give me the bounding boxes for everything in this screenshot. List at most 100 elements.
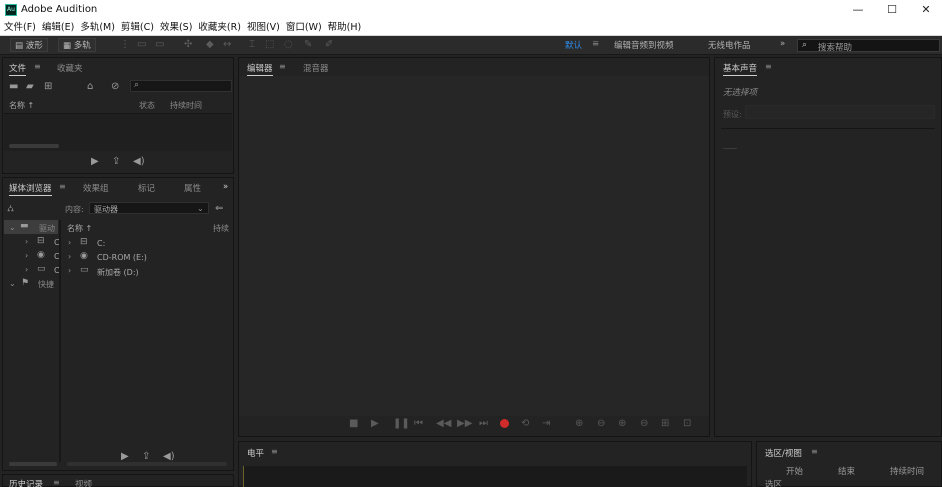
- tab-level[interactable]: 电平: [247, 447, 264, 460]
- tab-selection-view[interactable]: 选区/视图: [765, 447, 802, 460]
- delete-icon[interactable]: ⊘: [111, 81, 119, 92]
- workspace-more-button[interactable]: »: [780, 39, 785, 49]
- tree-item-drives[interactable]: 驱动: [39, 223, 55, 234]
- tab-essential-sound[interactable]: 基本声音: [723, 62, 758, 76]
- tab-effects-rack[interactable]: 效果组: [83, 182, 109, 194]
- time-selection-icon[interactable]: ⌶: [249, 39, 255, 50]
- panel-menu-icon[interactable]: ≡: [765, 62, 772, 71]
- tab-editor[interactable]: 编辑器: [247, 62, 273, 76]
- column-status[interactable]: 状态: [139, 100, 155, 111]
- workspace-edit-video[interactable]: 编辑音频到视频: [614, 39, 674, 51]
- play-icon[interactable]: ▶: [371, 418, 379, 429]
- workspace-default[interactable]: 默认: [565, 39, 582, 51]
- column-name[interactable]: 名称 ↑: [67, 223, 92, 234]
- lasso-tool-icon[interactable]: ◌: [284, 39, 293, 50]
- slip-tool-icon[interactable]: ↔: [223, 39, 231, 50]
- horizontal-scrollbar[interactable]: [9, 462, 57, 466]
- move-tool-icon[interactable]: ✣: [184, 39, 192, 50]
- insert-icon[interactable]: ⌂: [87, 81, 93, 92]
- more-tabs-icon[interactable]: »: [223, 182, 228, 192]
- play-icon[interactable]: ▶: [121, 451, 129, 462]
- zoom-out-amplitude-icon[interactable]: ⊖: [597, 418, 605, 429]
- spectral-frequency-icon[interactable]: ▭: [137, 39, 146, 50]
- menu-clip[interactable]: 剪辑(C): [119, 20, 156, 36]
- new-file-icon[interactable]: ⊞: [44, 81, 52, 92]
- horizontal-scrollbar[interactable]: [67, 462, 227, 466]
- horizontal-scrollbar[interactable]: [9, 144, 59, 148]
- column-duration[interactable]: 持续时间: [170, 100, 202, 111]
- loop-playback-icon[interactable]: ⟲: [521, 418, 529, 429]
- chevron-down-icon[interactable]: ⌄: [9, 223, 16, 232]
- menu-file[interactable]: 文件(F): [2, 20, 38, 36]
- zoom-out-time-icon[interactable]: ⊖: [640, 418, 648, 429]
- chevron-right-icon[interactable]: ›: [68, 238, 71, 247]
- skip-icon[interactable]: ⇥: [542, 418, 550, 429]
- zoom-in-amplitude-icon[interactable]: ⊕: [575, 418, 583, 429]
- waveform-button[interactable]: ▤ 波形: [10, 38, 48, 52]
- menu-window[interactable]: 窗口(W): [284, 20, 324, 36]
- tab-media-browser[interactable]: 媒体浏览器: [9, 182, 52, 196]
- content-dropdown[interactable]: 驱动器 ⌄: [89, 202, 209, 214]
- zoom-full-icon[interactable]: ⊞: [661, 418, 669, 429]
- search-help-input[interactable]: ⌕ 搜索帮助: [797, 39, 940, 53]
- tab-properties[interactable]: 属性: [184, 182, 201, 194]
- menu-effects[interactable]: 效果(S): [158, 20, 194, 36]
- column-duration[interactable]: 持续: [213, 223, 229, 234]
- chevron-right-icon[interactable]: ›: [68, 252, 71, 261]
- drive-item[interactable]: 新加卷 (D:): [97, 267, 139, 278]
- import-icon[interactable]: ▰: [26, 81, 34, 92]
- tree-item-shortcuts[interactable]: 快捷: [38, 279, 54, 290]
- panel-menu-icon[interactable]: ≡: [811, 447, 818, 456]
- tab-files[interactable]: 文件: [9, 62, 27, 76]
- preset-dropdown[interactable]: [745, 105, 935, 119]
- menu-help[interactable]: 帮助(H): [326, 20, 364, 36]
- razor-tool-icon[interactable]: ◆: [206, 39, 214, 50]
- add-shortcut-icon[interactable]: ⛼: [7, 204, 14, 215]
- pause-icon[interactable]: ❚❚: [393, 418, 410, 429]
- autoplay-icon[interactable]: ◀): [163, 451, 175, 462]
- workspace-radio[interactable]: 无线电作品: [708, 39, 751, 51]
- multitrack-button[interactable]: ▦ 多轨: [58, 38, 96, 52]
- tab-video[interactable]: 视频: [75, 478, 92, 487]
- zoom-selection-icon[interactable]: ⊡: [683, 418, 691, 429]
- brush-tool-icon[interactable]: ✎: [304, 39, 312, 50]
- tab-mixer[interactable]: 混音器: [303, 62, 329, 74]
- spot-healing-icon[interactable]: ✐: [325, 39, 333, 50]
- panel-menu-icon[interactable]: ≡: [59, 182, 66, 191]
- maximize-button[interactable]: ☐: [877, 0, 907, 20]
- autoplay-icon[interactable]: ◀): [133, 156, 145, 167]
- spectral-pitch-icon[interactable]: ▭: [155, 39, 164, 50]
- rewind-icon[interactable]: ◀◀: [436, 418, 451, 429]
- tab-markers[interactable]: 标记: [138, 182, 155, 194]
- zoom-in-time-icon[interactable]: ⊕: [618, 418, 626, 429]
- play-icon[interactable]: ▶: [91, 156, 99, 167]
- go-to-start-icon[interactable]: ⏮: [414, 418, 423, 429]
- menu-edit[interactable]: 编辑(E): [40, 20, 76, 36]
- splitter[interactable]: [59, 220, 61, 462]
- minimize-button[interactable]: —: [843, 0, 873, 20]
- open-file-icon[interactable]: ▬: [9, 81, 18, 92]
- chevron-right-icon[interactable]: ›: [25, 265, 28, 274]
- chevron-down-icon[interactable]: ⌄: [9, 279, 16, 288]
- tab-favorites[interactable]: 收藏夹: [57, 62, 83, 74]
- loop-icon[interactable]: ⇪: [142, 451, 150, 462]
- loop-icon[interactable]: ⇪: [112, 156, 120, 167]
- panel-menu-icon[interactable]: ≡: [271, 447, 278, 456]
- back-arrow-icon[interactable]: ⇐: [215, 203, 223, 214]
- marquee-tool-icon[interactable]: ⬚: [265, 39, 274, 50]
- menu-multitrack[interactable]: 多轨(M): [78, 20, 117, 36]
- panel-menu-icon[interactable]: ≡: [53, 478, 60, 487]
- drive-item[interactable]: CD-ROM (E:): [97, 253, 147, 262]
- stop-icon[interactable]: ■: [349, 418, 358, 429]
- panel-menu-icon[interactable]: ≡: [279, 62, 286, 71]
- menu-favorites[interactable]: 收藏夹(R): [196, 20, 243, 36]
- chevron-right-icon[interactable]: ›: [25, 251, 28, 260]
- menu-view[interactable]: 视图(V): [245, 20, 282, 36]
- tab-history[interactable]: 历史记录: [9, 478, 43, 487]
- close-button[interactable]: ✕: [911, 0, 941, 20]
- chevron-right-icon[interactable]: ›: [25, 237, 28, 246]
- record-icon[interactable]: [500, 419, 509, 428]
- go-to-end-icon[interactable]: ⏭: [479, 418, 488, 429]
- fast-forward-icon[interactable]: ▶▶: [457, 418, 472, 429]
- drive-item[interactable]: C:: [97, 239, 105, 248]
